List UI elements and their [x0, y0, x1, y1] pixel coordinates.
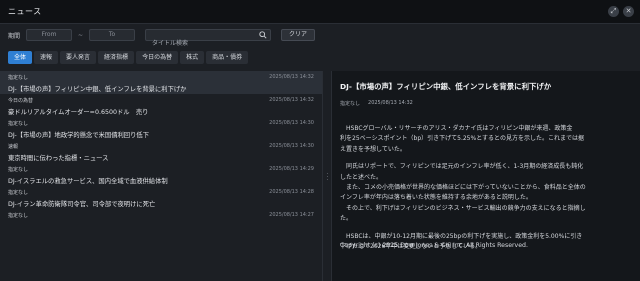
news-list: 指定なし 2025/08/13 14:32 DJ-【市場の声】フィリピン中銀、低…: [0, 71, 322, 281]
article-line: え置きを予想していた。: [340, 145, 406, 153]
tab-breaking[interactable]: 速報: [34, 51, 59, 64]
news-category: 指定なし: [8, 167, 29, 173]
article-time: 2025/08/13 14:32: [368, 100, 413, 106]
from-date-input[interactable]: From: [26, 29, 73, 41]
news-category: 指定なし: [8, 213, 29, 219]
article-copyright: Copyright (c) 2025 Dow Jones & Co. Inc. …: [340, 242, 528, 249]
article-line: 同氏はリポートで、フィリピンでは足元のインフレ率が低く、1-3月期の経済成長も鈍…: [340, 163, 584, 171]
news-time: 2025/08/13 14:32: [269, 97, 314, 103]
window-titlebar: ニュース ⤢ ✕: [0, 0, 640, 24]
title-search-input[interactable]: [146, 38, 257, 49]
tab-commodities-bonds[interactable]: 商品・債券: [206, 51, 249, 64]
news-item[interactable]: 指定なし 2025/08/13 14:32 DJ-【市場の声】フィリピン中銀、低…: [0, 71, 322, 94]
article-line: 利を25ベーシスポイント（bp）引き下げて5.25%とするとの見方を示した。これ…: [340, 135, 584, 143]
news-headline: 豪ドルリアルタイムオーダー=0.6500ドル 売り: [8, 109, 149, 116]
news-headline: DJ-イスラエルの救急サービス、国内全域で血液供給体制: [8, 178, 168, 185]
news-headline: DJ-【市場の声】フィリピン中銀、低インフレを背景に利下げか: [8, 86, 187, 93]
news-category: 指定なし: [8, 190, 29, 196]
article-line: したと述べた。: [340, 173, 383, 181]
article-line: HSBCグローバル・リサーチのアリス・ダカナイ氏はフィリピン中銀が来週、政策金: [340, 125, 573, 132]
news-time: 2025/08/13 14:30: [269, 143, 314, 149]
news-category: 今日の為替: [8, 98, 34, 104]
news-item[interactable]: 速報 2025/08/13 14:30 東京時間に伝わった指標・ニュース: [0, 140, 322, 163]
to-date-input[interactable]: To: [89, 29, 136, 41]
news-item[interactable]: 指定なし 2025/08/13 14:30 DJ-【市場の声】地政学的懸念で米国…: [0, 117, 322, 140]
period-label: 期間: [8, 32, 21, 40]
article-category: 指定なし: [340, 101, 361, 107]
tab-remarks[interactable]: 要人発言: [60, 51, 97, 64]
window-title: ニュース: [8, 7, 42, 16]
news-time: 2025/08/13 14:32: [269, 74, 314, 80]
article-title: DJ-【市場の声】フィリピン中銀、低インフレを背景に利下げか: [340, 82, 552, 91]
article-panel: DJ-【市場の声】フィリピン中銀、低インフレを背景に利下げか 指定なし 2025…: [332, 71, 640, 281]
news-item[interactable]: 指定なし 2025/08/13 14:28 DJ-イラン革命防衛隊司令官、司令部…: [0, 186, 322, 209]
article-meta: 指定なし 2025/08/13 14:32: [340, 100, 632, 107]
news-headline: DJ-イラン革命防衛隊司令官、司令部で夜明けに死亡: [8, 201, 156, 208]
tab-fx-today[interactable]: 今日の為替: [136, 51, 179, 64]
category-tabs: 全体 速報 要人発言 経済指標 今日の為替 株式 商品・債券: [8, 51, 249, 64]
news-category: 速報: [8, 144, 19, 150]
drag-handle-icon[interactable]: · · ·: [326, 171, 329, 184]
clear-button[interactable]: クリア: [281, 29, 316, 41]
news-item[interactable]: 指定なし 2025/08/13 14:27: [0, 209, 322, 232]
news-time: 2025/08/13 14:27: [269, 212, 314, 218]
news-headline: 東京時間に伝わった指標・ニュース: [8, 155, 109, 162]
tab-all[interactable]: 全体: [8, 51, 33, 64]
expand-icon[interactable]: ⤢: [608, 6, 619, 17]
article-body: HSBCグローバル・リサーチのアリス・ダカナイ氏はフィリピン中銀が来週、政策金 …: [340, 124, 632, 252]
news-time: 2025/08/13 14:30: [269, 120, 314, 126]
news-category: 指定なし: [8, 75, 29, 81]
date-range-separator: ~: [78, 31, 84, 39]
filter-bar: 期間 From ~ To クリア: [0, 24, 640, 49]
tab-indicators[interactable]: 経済指標: [98, 51, 135, 64]
title-search: [145, 29, 272, 49]
news-headline: DJ-【市場の声】地政学的懸念で米国債利回り低下: [8, 132, 149, 139]
article-line: HSBCは、中銀が10-12月期に最後の25bpの利下げを実施し、政策金利を5.…: [340, 232, 583, 240]
pane-splitter[interactable]: · · ·: [322, 71, 332, 281]
article-line: また、コメの小売価格が世界的な価格ほどには下がっていないことから、食料品と全体の: [340, 184, 586, 192]
article-line: インフレ率が年内は落ち着いた状態を維持する余地があると説明した。: [340, 194, 532, 202]
news-category: 指定なし: [8, 121, 29, 127]
article-line: た。: [340, 215, 353, 223]
news-item[interactable]: 指定なし 2025/08/13 14:29 DJ-イスラエルの救急サービス、国内…: [0, 163, 322, 186]
close-icon[interactable]: ✕: [623, 6, 634, 17]
news-item[interactable]: 今日の為替 2025/08/13 14:32 豪ドルリアルタイムオーダー=0.6…: [0, 94, 322, 117]
search-icon[interactable]: [259, 31, 267, 39]
news-time: 2025/08/13 14:29: [269, 166, 314, 172]
article-line: その上で、利下げはフィリピンのビジネス・サービス輸出の競争力の支えになると指摘し: [340, 204, 586, 212]
tab-stocks[interactable]: 株式: [180, 51, 205, 64]
news-time: 2025/08/13 14:28: [269, 189, 314, 195]
window-controls: ⤢ ✕: [608, 6, 634, 17]
